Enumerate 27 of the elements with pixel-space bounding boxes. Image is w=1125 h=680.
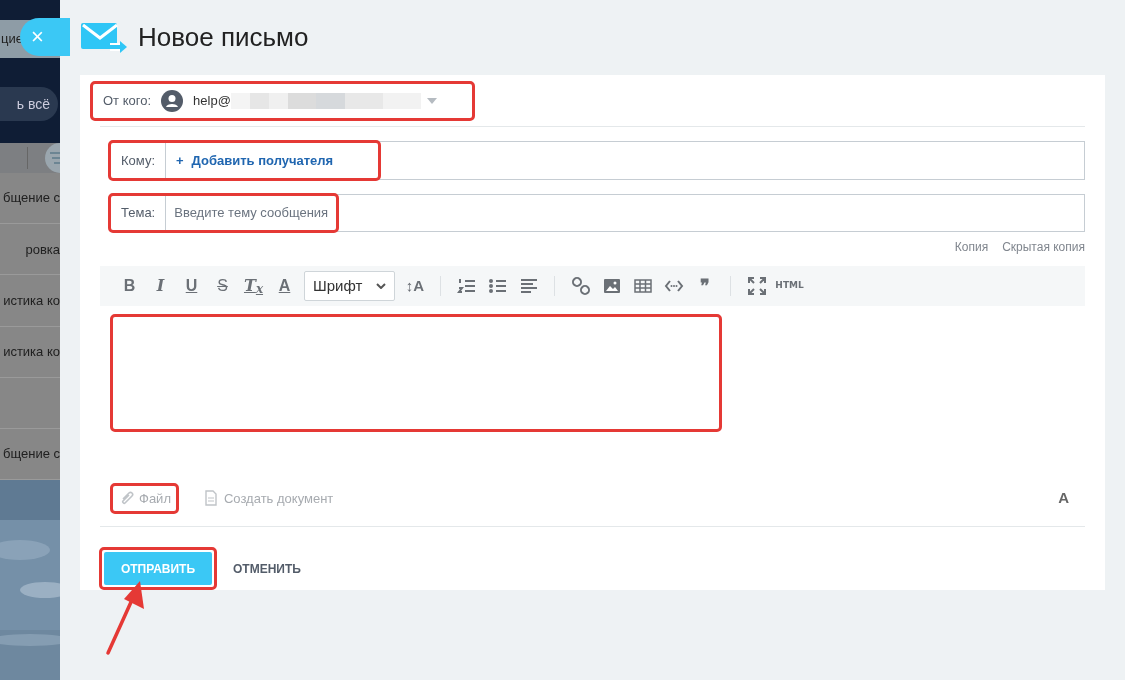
- create-document-button[interactable]: Создать документ: [194, 482, 342, 515]
- list-row-text: бщение с: [3, 445, 60, 464]
- to-label: Кому:: [111, 143, 166, 178]
- link-icon[interactable]: [570, 276, 591, 297]
- subject-field[interactable]: Тема: Введите тему сообщения: [110, 193, 1085, 232]
- annotation-frame: Тема: Введите тему сообщения: [108, 192, 340, 233]
- add-recipient-link[interactable]: + Добавить получателя: [166, 150, 379, 171]
- chevron-icon: [376, 283, 387, 290]
- fullscreen-icon[interactable]: [746, 276, 767, 297]
- copy-link[interactable]: Копия: [954, 237, 989, 256]
- font-dropdown[interactable]: Шрифт: [304, 271, 396, 302]
- list-row-text: бщение с: [3, 189, 60, 208]
- copy-link[interactable]: Скрытая копия: [1002, 237, 1085, 256]
- caret-icon: [426, 97, 437, 104]
- document-icon: [202, 490, 219, 507]
- list-row-text: ровка: [25, 240, 60, 259]
- sender-select[interactable]: help@: [193, 90, 458, 111]
- from-label: От кого:: [103, 91, 152, 110]
- html-button[interactable]: HTML: [772, 271, 807, 302]
- dialog-title: Новое письмо: [138, 21, 309, 54]
- attach-file-button[interactable]: Файл: [110, 482, 179, 515]
- list-row-text: истика ко: [3, 291, 60, 310]
- recipient-field[interactable]: Кому: + Добавить получателя: [110, 141, 1085, 180]
- avatar-icon: [161, 89, 184, 112]
- text-format-button[interactable]: A: [1052, 486, 1075, 511]
- list-row-text: истика ко: [3, 342, 60, 361]
- cancel-button[interactable]: ОТМЕНИТЬ: [227, 558, 307, 579]
